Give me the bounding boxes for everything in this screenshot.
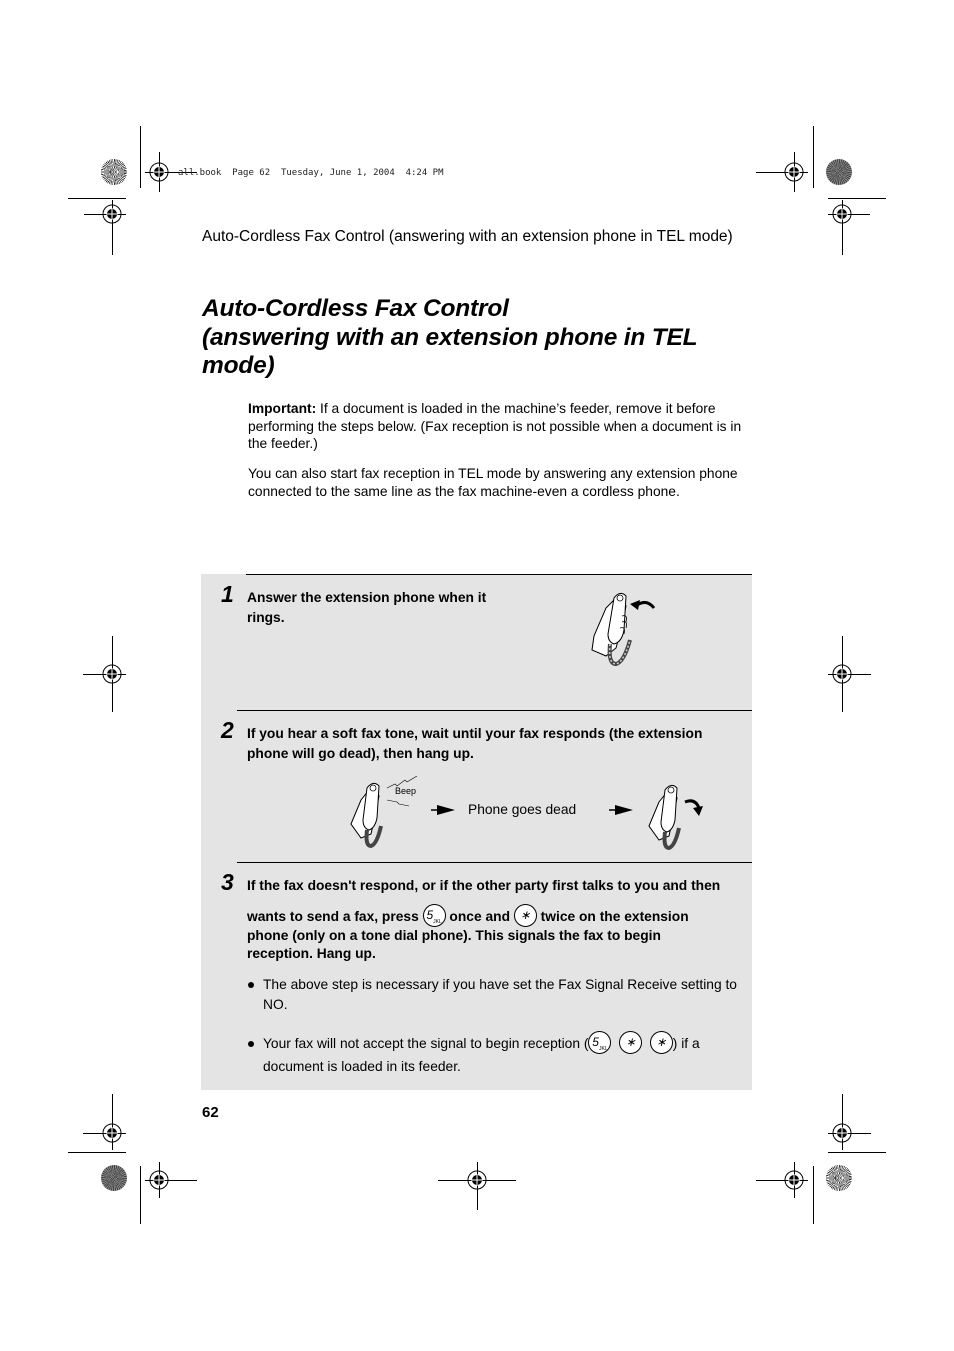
important-label: Important: — [248, 401, 317, 416]
registration-target-icon — [832, 1123, 852, 1143]
step-number: 2 — [221, 717, 234, 743]
intro-paragraph: You can also start fax reception in TEL … — [248, 466, 738, 499]
bullet-icon — [248, 982, 254, 988]
registration-target-icon — [149, 162, 169, 182]
hand-lifting-handset-icon — [591, 592, 656, 667]
key-5-icon: 5JKL — [422, 904, 446, 927]
registration-target-icon — [784, 1170, 804, 1190]
crop-line — [813, 126, 814, 188]
registration-target-icon — [784, 162, 804, 182]
page-title-line: (answering with an extension phone in TE… — [202, 323, 698, 351]
step-text: If you hear a soft fax tone, wait until … — [247, 726, 703, 761]
step-text: Answer the extension phone when it rings… — [247, 590, 487, 625]
arrow-right-icon — [431, 805, 455, 815]
step-text: phone (only on a tone dial phone). This … — [247, 928, 661, 961]
key-star-icon: ∗ — [649, 1031, 673, 1054]
important-text: If a document is loaded in the machine’s… — [248, 401, 742, 452]
key-star-icon: ∗ — [513, 904, 537, 927]
steps-box: 1 Answer the extension phone when it rin… — [201, 574, 752, 1090]
steps-top-rule — [246, 574, 752, 575]
registration-target-icon — [832, 204, 852, 224]
crop-line — [828, 198, 886, 199]
step-text-fragment: wants to send a fax, press — [247, 909, 423, 925]
crop-line — [68, 1152, 126, 1153]
bullet-text: Your fax will not accept the signal to b… — [263, 1031, 743, 1077]
step-number: 3 — [221, 869, 234, 895]
step-number: 1 — [221, 581, 234, 607]
key-5-sub: JKL — [433, 919, 442, 926]
important-note: Important: If a document is loaded in th… — [248, 400, 748, 453]
step-text-fragment: twice on the extension — [536, 909, 689, 925]
key-5-sub: JKL — [598, 1046, 608, 1053]
page-number: 62 — [202, 1104, 219, 1121]
registration-target-icon — [102, 1123, 122, 1143]
phone-goes-dead-label: Phone goes dead — [468, 802, 577, 817]
crop-line — [140, 1166, 141, 1224]
step-text-fragment: once and — [445, 909, 514, 925]
step-text: If the fax doesn't respond, or if the ot… — [247, 878, 721, 893]
registration-target-icon — [149, 1170, 169, 1190]
beep-label: Beep — [395, 786, 416, 796]
registration-rosette-icon — [101, 159, 127, 185]
print-header: all.book Page 62 Tuesday, June 1, 2004 4… — [178, 168, 444, 178]
key-star-icon: ∗ — [619, 1031, 643, 1054]
crop-line — [828, 1152, 886, 1153]
running-head: Auto-Cordless Fax Control (answering wit… — [202, 228, 733, 245]
arrow-right-icon — [609, 805, 633, 815]
registration-target-icon — [467, 1170, 487, 1190]
step-text: wants to send a fax, press 5JKL once and… — [247, 904, 747, 929]
hand-hanging-up-handset-icon — [648, 784, 703, 850]
crop-line — [813, 1166, 814, 1224]
bullet-text: The above step is necessary if you have … — [263, 977, 737, 1012]
handset-beep-icon: Beep — [350, 776, 418, 848]
bullet-text-fragment: Your fax will not accept the signal to b… — [263, 1036, 589, 1052]
registration-target-icon — [102, 664, 122, 684]
registration-rosette-icon — [826, 159, 852, 185]
key-5-label: 5 — [592, 1035, 599, 1049]
bullet-icon — [248, 1041, 254, 1047]
page-title: Auto-Cordless Fax Control (answering wit… — [202, 295, 762, 381]
crop-line — [68, 198, 126, 199]
key-5-icon: 5JKL — [588, 1031, 612, 1054]
registration-rosette-icon — [826, 1165, 852, 1191]
step-divider — [237, 710, 752, 711]
page-title-line: mode) — [202, 352, 275, 379]
page-title-line: Auto-Cordless Fax Control — [202, 295, 509, 322]
step-divider — [237, 862, 752, 863]
registration-target-icon — [832, 664, 852, 684]
registration-rosette-icon — [101, 1165, 127, 1191]
registration-target-icon — [102, 204, 122, 224]
crop-line — [140, 126, 141, 188]
